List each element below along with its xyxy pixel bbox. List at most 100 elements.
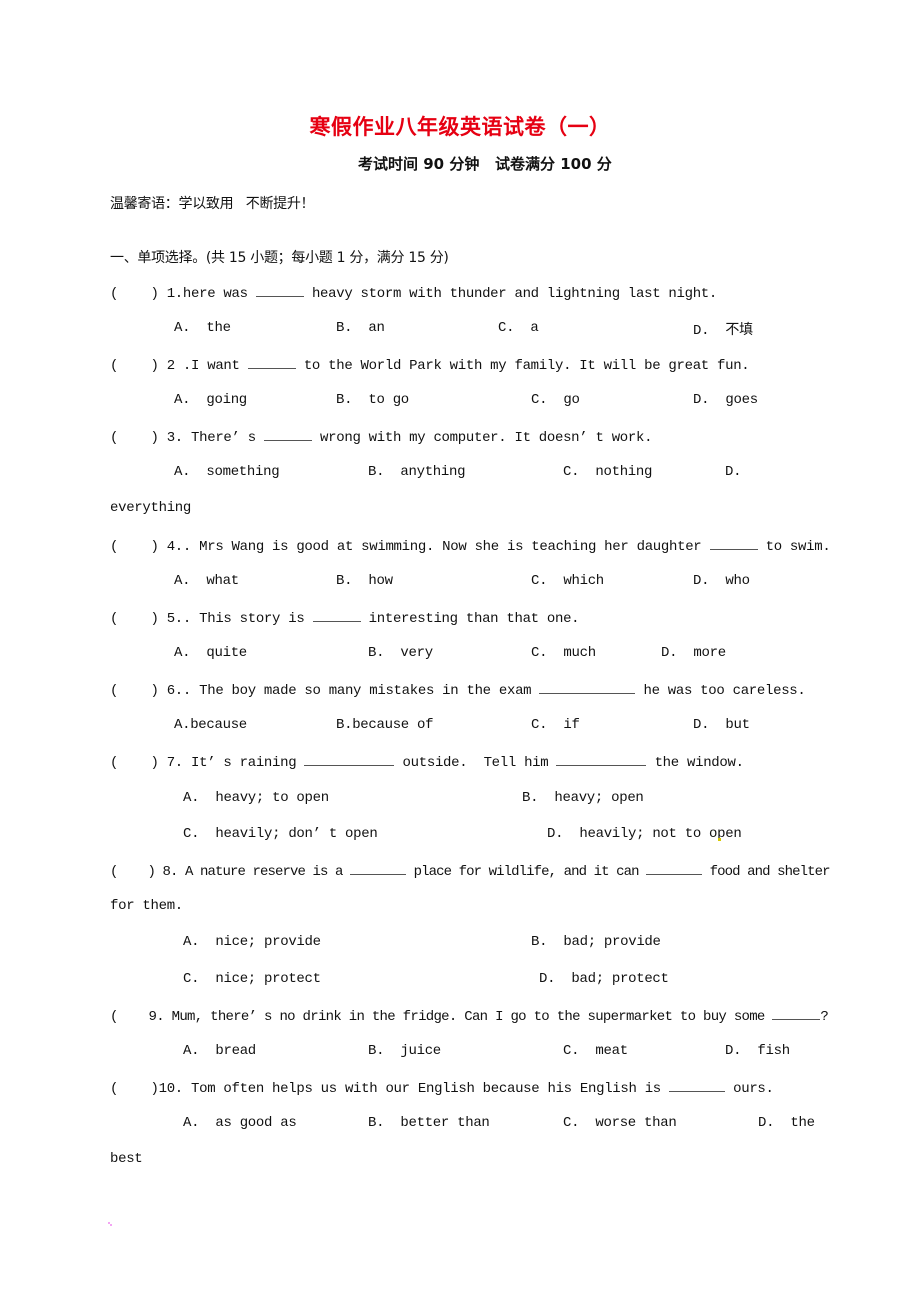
answer-blank[interactable] [709,537,758,550]
question-number: ( ) 6.. [110,683,192,699]
question-text: The boy made so many mistakes in the exa… [191,683,540,699]
option-a[interactable]: A. something [174,464,280,480]
answer-blank[interactable] [263,428,312,441]
option-c[interactable]: C. worse than [563,1115,677,1131]
option-d[interactable]: D. 不填 [693,319,753,339]
question-8: ( ) 8. A nature reserve is a place for w… [110,862,831,880]
exam-title: 寒假作业八年级英语试卷（一） [309,115,611,139]
option-a[interactable]: A. quite [174,645,247,661]
option-b[interactable]: B. bad; provide [531,934,661,950]
question-number: ( 9. [110,1009,165,1025]
option-a[interactable]: A. as good as [183,1115,297,1131]
option-c[interactable]: C. a [498,320,539,336]
question-text: ? [820,1009,829,1025]
answer-blank[interactable] [312,609,361,622]
question-5: ( ) 5.. This story is interesting than t… [110,609,580,627]
question-1: ( ) 1.here was heavy storm with thunder … [110,284,717,302]
option-c[interactable]: C. which [531,573,604,589]
option-d[interactable]: D. more [661,645,726,661]
option-b[interactable]: B. how [336,573,393,589]
option-c[interactable]: C. much [531,645,596,661]
option-d-wrap: best [110,1151,143,1167]
question-text: I want [191,358,248,374]
question-text: Tom often helps us with our English beca… [182,1081,670,1097]
answer-blank[interactable] [304,753,395,766]
question-8-wrap: for them. [110,898,183,914]
option-b[interactable]: B. better than [368,1115,490,1131]
option-d[interactable]: D. who [693,573,750,589]
option-d[interactable]: D. bad; protect [539,971,669,987]
question-text: This story is [191,611,313,627]
option-b[interactable]: B. to go [336,392,409,408]
option-c[interactable]: C. if [531,717,580,733]
answer-blank[interactable] [255,284,304,297]
question-10: ( )10. Tom often helps us with our Engli… [110,1079,774,1097]
question-text: Mum, there’ s no drink in the fridge. Ca… [163,1009,773,1025]
stray-mark [110,1224,112,1226]
highlight-mark [718,838,721,841]
option-c[interactable]: C. nothing [563,464,652,480]
question-4: ( ) 4.. Mrs Wang is good at swimming. No… [110,537,831,555]
question-text: heavy storm with thunder and lightning l… [303,286,718,302]
option-b[interactable]: B. anything [368,464,466,480]
option-a[interactable]: A. bread [183,1043,256,1059]
question-9: ( 9. Mum, there’ s no drink in the fridg… [110,1007,829,1025]
option-b[interactable]: B. juice [368,1043,441,1059]
question-number: ( ) 8. [110,864,178,880]
question-text: he was too careless. [635,683,806,699]
question-number: ( ) 3. [110,430,183,446]
question-number: ( ) 1. [110,286,183,302]
option-d[interactable]: D. the [758,1115,815,1131]
answer-blank[interactable] [646,862,703,875]
option-d[interactable]: D. but [693,717,750,733]
option-b[interactable]: B. an [336,320,385,336]
option-a[interactable]: A. nice; provide [183,934,321,950]
question-3: ( ) 3. There’ s wrong with my computer. … [110,428,653,446]
question-7: ( ) 7. It’ s raining outside. Tell him t… [110,753,744,771]
option-a[interactable]: A.because [174,717,247,733]
question-number: ( ) 2 . [110,358,192,374]
answer-blank[interactable] [772,1007,821,1020]
answer-blank[interactable] [556,753,647,766]
option-b[interactable]: B. heavy; open [522,790,644,806]
section-heading: 一、单项选择。(共 15 小题；每小题 1 分，满分 15 分) [110,250,449,266]
answer-blank[interactable] [669,1079,726,1092]
option-a[interactable]: A. what [174,573,239,589]
option-c[interactable]: C. go [531,392,580,408]
question-number: ( ) 5.. [110,611,192,627]
option-b[interactable]: B.because of [336,717,434,733]
question-text: It’ s raining [182,755,305,771]
option-d[interactable]: D. fish [725,1043,790,1059]
option-a[interactable]: A. going [174,392,247,408]
question-text: food and shelter [702,864,831,880]
question-text: outside. Tell him [394,755,557,771]
question-number: ( ) 4.. [110,539,192,555]
option-d[interactable]: D. heavily; not to open [547,826,742,842]
question-text: There’ s [182,430,264,446]
question-text: the window. [646,755,744,771]
exam-page: 寒假作业八年级英语试卷（一） 考试时间 90 分钟 试卷满分 100 分 温馨寄… [0,0,920,1302]
answer-blank[interactable] [539,681,636,694]
question-text: interesting than that one. [360,611,580,627]
option-a[interactable]: A. the [174,320,231,336]
option-d[interactable]: D. goes [693,392,758,408]
question-text: to the World Park with my family. It wil… [295,358,750,374]
option-d-wrap: everything [110,500,192,516]
question-number: ( )10. [110,1081,183,1097]
motto: 温馨寄语：学以致用 不断提升！ [110,196,315,212]
question-text: Mrs Wang is good at swimming. Now she is… [191,539,710,555]
option-a[interactable]: A. heavy; to open [183,790,329,806]
answer-blank[interactable] [350,862,407,875]
exam-subtitle: 考试时间 90 分钟 试卷满分 100 分 [358,155,612,173]
option-d[interactable]: D. [725,464,742,480]
option-b[interactable]: B. very [368,645,433,661]
option-c[interactable]: C. meat [563,1043,628,1059]
question-text: here was [182,286,256,302]
question-2: ( ) 2 .I want to the World Park with my … [110,356,750,374]
question-text: to swim. [757,539,831,555]
answer-blank[interactable] [247,356,296,369]
question-text: wrong with my computer. It doesn’ t work… [311,430,653,446]
question-text: place for wildlife, and it can [406,864,647,880]
option-c[interactable]: C. heavily; don’ t open [183,826,378,842]
option-c[interactable]: C. nice; protect [183,971,321,987]
